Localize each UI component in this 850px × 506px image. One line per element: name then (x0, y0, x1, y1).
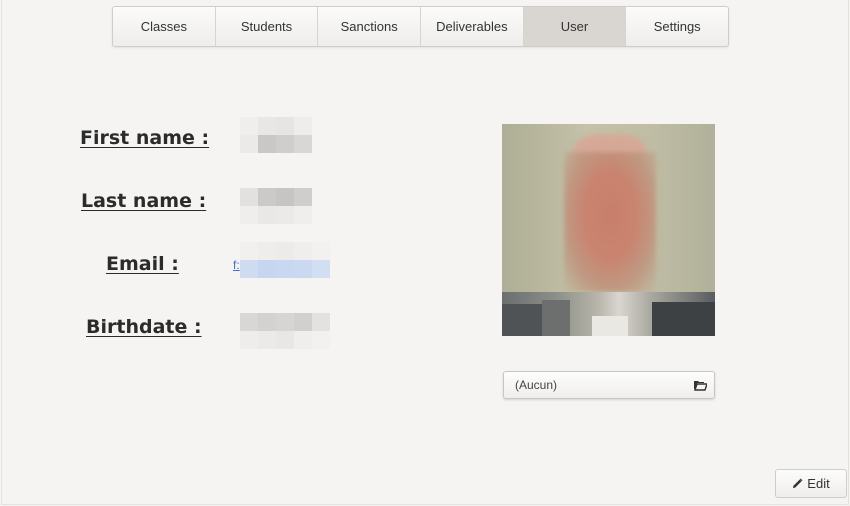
first-name-value-redacted (240, 117, 312, 153)
email-label: Email : (106, 253, 179, 275)
photo-file-input[interactable]: (Aucun) (503, 371, 715, 399)
birthdate-label: Birthdate : (86, 316, 202, 338)
tab-sanctions[interactable]: Sanctions (318, 7, 422, 46)
edit-button[interactable]: Edit (775, 469, 847, 498)
tab-deliverables[interactable]: Deliverables (421, 7, 524, 46)
first-name-label: First name : (80, 127, 210, 149)
folder-open-icon (694, 381, 707, 391)
email-link[interactable]: f: (233, 258, 240, 272)
last-name-label: Last name : (81, 190, 207, 212)
last-name-value-redacted (240, 188, 312, 224)
pencil-icon (793, 478, 803, 489)
edit-button-label: Edit (807, 476, 830, 491)
profile-photo (502, 124, 715, 336)
tab-students[interactable]: Students (216, 7, 319, 46)
tab-settings[interactable]: Settings (626, 7, 728, 46)
email-value-redacted (240, 242, 330, 278)
file-input-value: (Aucun) (515, 378, 558, 392)
birthdate-value-redacted (240, 313, 330, 349)
tab-user[interactable]: User (523, 7, 627, 46)
main-nav-tabs: Classes Students Sanctions Deliverables … (112, 6, 729, 47)
tab-classes[interactable]: Classes (113, 7, 216, 46)
